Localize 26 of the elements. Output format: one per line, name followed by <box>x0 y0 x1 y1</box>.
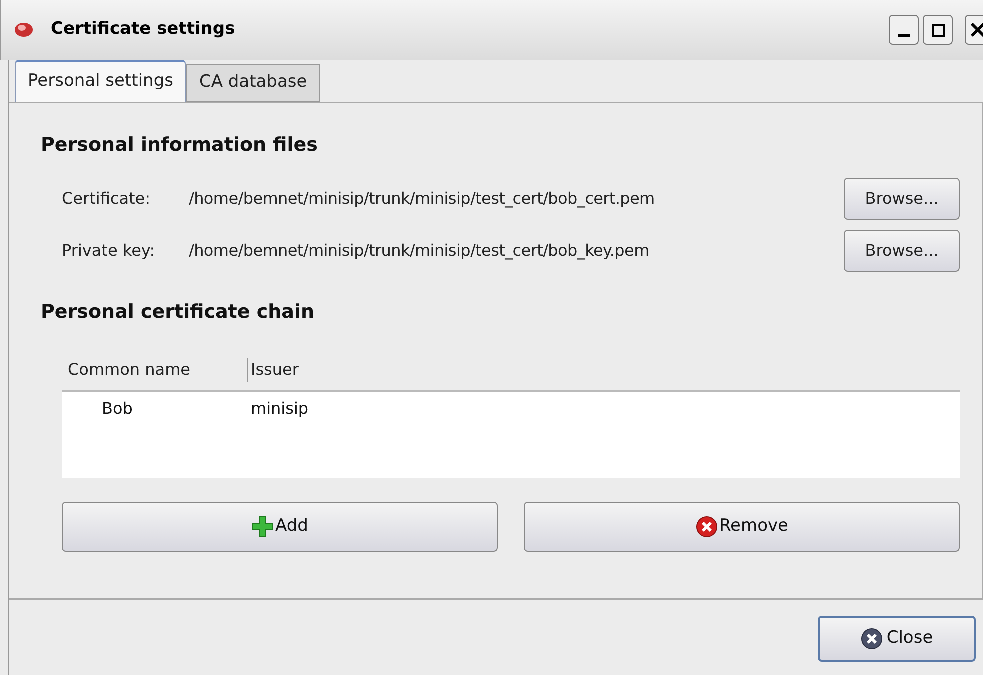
app-icon <box>13 20 35 40</box>
window-title: Certificate settings <box>51 18 236 42</box>
column-header[interactable]: Common name <box>62 358 248 382</box>
field-label: Private key: <box>62 240 156 262</box>
maximize-button[interactable] <box>923 15 953 45</box>
minimize-button[interactable] <box>889 15 919 45</box>
section-heading: Personal information files <box>41 133 319 158</box>
column-header[interactable]: Issuer <box>248 358 299 382</box>
error-icon <box>696 516 718 538</box>
remove-button[interactable]: Remove <box>524 502 960 552</box>
close-icon <box>970 22 983 38</box>
close-button[interactable] <box>965 15 983 45</box>
tab[interactable]: CA database <box>186 64 320 102</box>
field-label: Certificate: <box>62 188 152 210</box>
close-dialog-button[interactable]: Close <box>818 616 976 662</box>
browse-button[interactable]: Browse... <box>844 230 960 272</box>
section-heading: Personal certificate chain <box>41 300 316 324</box>
plus-icon <box>252 516 274 538</box>
table-cell[interactable]: minisip <box>248 397 309 421</box>
close-circle-icon <box>860 628 883 650</box>
file-path: /home/bemnet/minisip/trunk/minisip/test_cert/bob_key.pem <box>189 240 650 262</box>
add-button[interactable]: Add <box>62 502 498 552</box>
browse-button[interactable]: Browse... <box>844 178 960 220</box>
table-cell[interactable]: Bob <box>62 397 248 421</box>
file-path: /home/bemnet/minisip/trunk/minisip/test_cert/bob_cert.pem <box>189 188 655 210</box>
tab[interactable]: Personal settings <box>15 60 186 102</box>
